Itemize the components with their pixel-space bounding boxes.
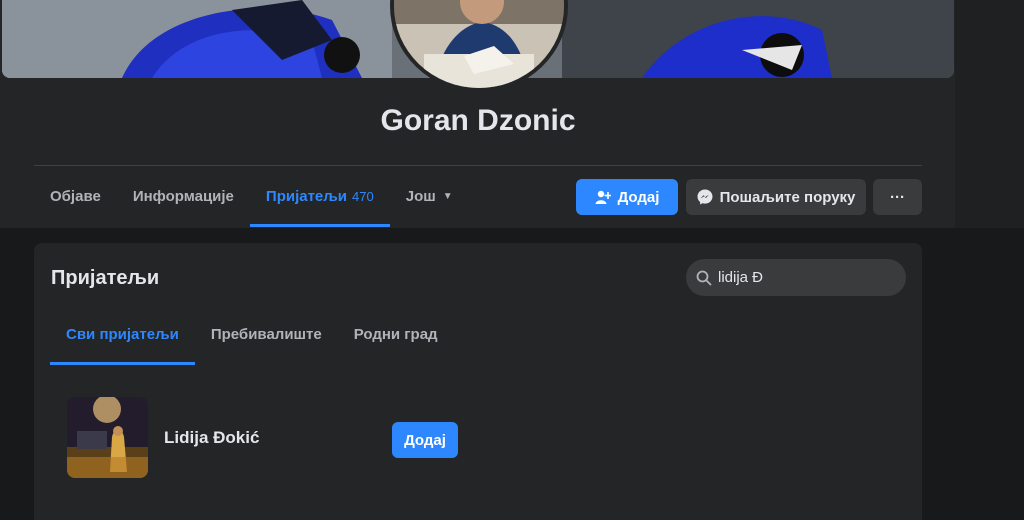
subtab-current-city-label: Пребивалиште: [210, 326, 322, 343]
subtab-hometown-label: Родни град: [353, 326, 438, 343]
profile-name: Goran Dzonic: [380, 104, 576, 137]
header-edge: [955, 0, 1024, 228]
send-message-label: Пошаљите поруку: [719, 188, 856, 206]
friends-section-title: Пријатељи: [51, 267, 160, 289]
friend-avatar[interactable]: [67, 397, 148, 478]
search-icon: [696, 270, 712, 285]
subtab-current-city[interactable]: Пребивалиште: [195, 304, 338, 365]
friend-avatar-art: [67, 397, 148, 478]
friend-add-button[interactable]: Додај: [392, 422, 458, 458]
friends-subtabs: Сви пријатељи Пребивалиште Родни град: [50, 304, 454, 365]
caret-down-icon: ▼: [442, 191, 453, 202]
more-icon: ···: [890, 188, 905, 206]
add-friend-label: Додај: [617, 188, 660, 206]
send-message-button[interactable]: Пошаљите поруку: [686, 179, 866, 215]
tab-more[interactable]: Још ▼: [390, 166, 469, 227]
search-input[interactable]: [718, 269, 898, 286]
more-options-button[interactable]: ···: [873, 179, 922, 215]
tab-more-label: Још: [405, 188, 436, 205]
messenger-icon: [697, 189, 713, 205]
friend-name[interactable]: Lidija Đokić: [164, 428, 259, 448]
tab-about[interactable]: Информације: [117, 166, 250, 227]
tab-friends-label: Пријатељи: [265, 188, 348, 205]
subtab-all-friends-label: Сви пријатељи: [66, 326, 179, 343]
subtab-all-friends[interactable]: Сви пријатељи: [50, 304, 195, 365]
profile-tabs: Објаве Информације Пријатељи 470 Још ▼: [34, 166, 469, 227]
tab-friends[interactable]: Пријатељи 470: [249, 166, 390, 227]
tab-about-label: Информације: [132, 188, 234, 205]
subtab-hometown[interactable]: Родни град: [338, 304, 454, 365]
tab-posts[interactable]: Објаве: [34, 166, 117, 227]
person-plus-icon: [595, 190, 611, 204]
friends-search[interactable]: [686, 259, 906, 296]
tab-posts-label: Објаве: [50, 188, 101, 205]
add-friend-button[interactable]: Додај: [576, 179, 678, 215]
friends-count: 470: [352, 189, 374, 204]
